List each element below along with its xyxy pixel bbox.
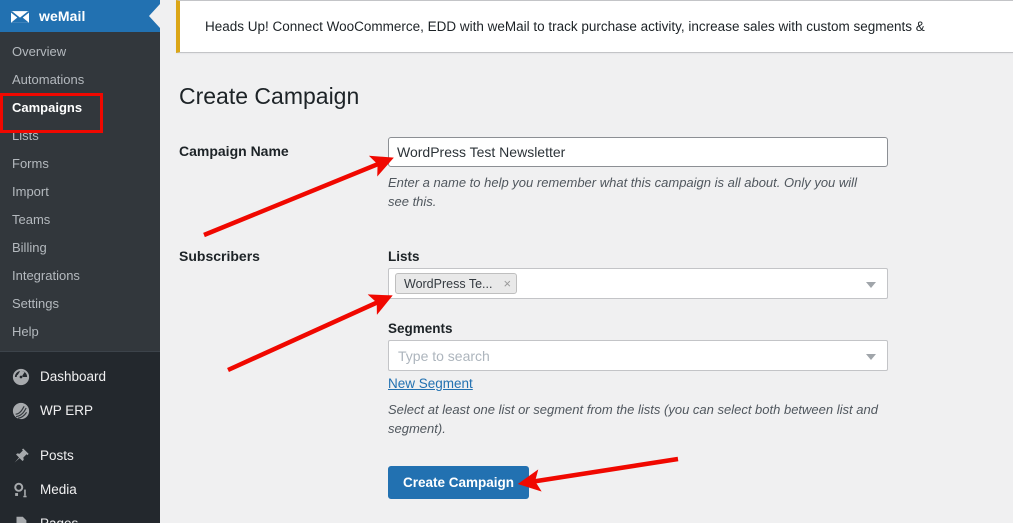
admin-notice-text: Heads Up! Connect WooCommerce, EDD with … [205, 19, 925, 34]
segments-field-group: Segments Type to search New Segment Sele… [388, 321, 888, 438]
sidebar-item-label: Dashboard [40, 369, 107, 384]
sidebar-item-wp-erp[interactable]: WP ERP [0, 394, 160, 428]
chevron-down-icon [866, 282, 876, 288]
subscribers-description: Select at least one list or segment from… [388, 402, 878, 436]
admin-notice: Heads Up! Connect WooCommerce, EDD with … [176, 0, 1013, 53]
new-segment-link[interactable]: New Segment [388, 376, 473, 391]
subscribers-row-label: Subscribers [179, 248, 260, 264]
page-icon [11, 514, 31, 523]
sidebar-item-billing[interactable]: Billing [0, 234, 160, 262]
sidebar-item-posts[interactable]: Posts [0, 439, 160, 473]
sidebar-item-campaigns[interactable]: Campaigns [0, 94, 160, 122]
sidebar-item-overview[interactable]: Overview [0, 38, 160, 66]
wemail-brand-label: weMail [39, 8, 86, 24]
campaign-name-field-group: Enter a name to help you remember what t… [388, 137, 888, 211]
lists-field-group: Lists WordPress Te... × [388, 249, 888, 299]
wemail-nav: Overview Automations Campaigns Lists For… [0, 32, 160, 351]
sidebar-item-label: WP ERP [40, 403, 94, 418]
segments-select[interactable]: Type to search [388, 340, 888, 371]
list-chip-label: WordPress Te... [404, 276, 493, 291]
chevron-right-icon [149, 4, 160, 28]
admin-sidebar: weMail Overview Automations Campaigns Li… [0, 0, 160, 523]
pin-icon [11, 446, 31, 466]
list-chip[interactable]: WordPress Te... × [395, 273, 518, 294]
sidebar-item-automations[interactable]: Automations [0, 66, 160, 94]
sidebar-item-dashboard[interactable]: Dashboard [0, 360, 160, 394]
sidebar-item-media[interactable]: Media [0, 473, 160, 507]
sidebar-item-help[interactable]: Help [0, 318, 160, 346]
wemail-brand-header[interactable]: weMail [0, 0, 160, 32]
dashboard-icon [11, 367, 31, 387]
screen-root: weMail Overview Automations Campaigns Li… [0, 0, 1013, 523]
page-title: Create Campaign [179, 83, 360, 109]
lists-select[interactable]: WordPress Te... × [388, 268, 888, 299]
sidebar-item-import[interactable]: Import [0, 178, 160, 206]
segments-label: Segments [388, 321, 453, 336]
sidebar-item-forms[interactable]: Forms [0, 150, 160, 178]
sidebar-item-integrations[interactable]: Integrations [0, 262, 160, 290]
submit-row: Create Campaign [388, 466, 530, 499]
campaign-name-description: Enter a name to help you remember what t… [388, 175, 857, 209]
wperp-icon [11, 401, 31, 421]
wordpress-nav: Dashboard WP ERP Posts Media [0, 352, 160, 523]
create-campaign-button[interactable]: Create Campaign [388, 466, 530, 499]
sidebar-item-settings[interactable]: Settings [0, 290, 160, 318]
sidebar-item-pages[interactable]: Pages [0, 507, 160, 523]
sidebar-item-lists[interactable]: Lists [0, 122, 160, 150]
envelope-icon [10, 9, 30, 24]
sidebar-item-teams[interactable]: Teams [0, 206, 160, 234]
sidebar-item-label: Media [40, 482, 77, 497]
close-icon[interactable]: × [503, 277, 511, 290]
sidebar-item-label: Posts [40, 448, 74, 463]
media-icon [11, 480, 31, 500]
campaign-name-row-label: Campaign Name [179, 143, 289, 159]
chevron-down-icon [866, 354, 876, 360]
lists-label: Lists [388, 249, 420, 264]
main-content: Heads Up! Connect WooCommerce, EDD with … [160, 0, 1013, 523]
segments-placeholder: Type to search [398, 347, 490, 364]
campaign-name-input[interactable] [388, 137, 888, 167]
sidebar-item-label: Pages [40, 515, 78, 523]
